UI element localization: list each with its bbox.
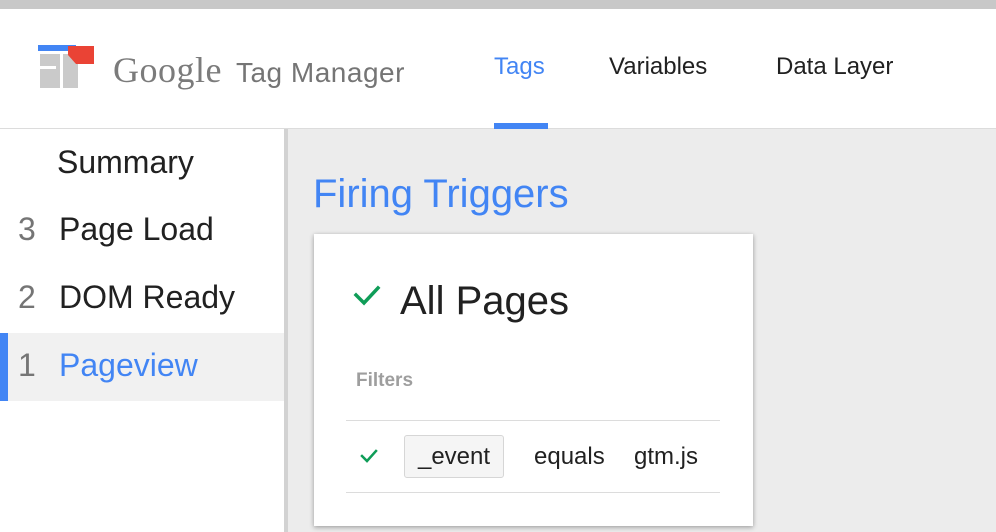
filter-variable-chip: _event xyxy=(404,435,504,478)
filter-value: gtm.js xyxy=(634,443,699,470)
tab-data-layer[interactable]: Data Layer xyxy=(776,53,893,81)
filters-label: Filters xyxy=(356,370,414,391)
tab-variables[interactable]: Variables xyxy=(609,53,707,81)
sidebar-item-pageview[interactable]: 1 Pageview xyxy=(0,333,284,401)
check-icon xyxy=(353,285,381,306)
filter-row: _event equals gtm.js xyxy=(346,421,720,491)
sidebar-item-page-load[interactable]: 3 Page Load xyxy=(0,197,284,265)
sidebar-item-label: DOM Ready xyxy=(59,279,236,315)
sidebar-item-number: 1 xyxy=(18,347,36,383)
brand-wordmark: Google Tag Manager xyxy=(113,49,405,90)
app-header: Google Tag Manager Tags Variables Data L… xyxy=(0,9,996,129)
brand-product-name: Tag Manager xyxy=(235,57,405,88)
sidebar-item-summary[interactable]: Summary xyxy=(0,129,284,197)
window-top-edge xyxy=(0,0,996,9)
trigger-card: All Pages Filters _event equals gtm.js xyxy=(314,234,753,526)
brand-google: Google xyxy=(113,50,222,90)
event-sidebar: Summary 3 Page Load 2 DOM Ready 1 Pagevi… xyxy=(0,129,288,532)
divider xyxy=(346,492,720,493)
active-tab-indicator xyxy=(494,123,548,129)
filter-operator: equals xyxy=(534,443,605,470)
tab-tags[interactable]: Tags xyxy=(494,53,545,81)
sidebar-item-dom-ready[interactable]: 2 DOM Ready xyxy=(0,265,284,333)
section-title: Firing Triggers xyxy=(313,172,569,216)
gtm-logo-icon xyxy=(38,45,94,88)
sidebar-item-label: Summary xyxy=(57,144,194,180)
sidebar-item-number: 2 xyxy=(18,279,36,315)
sidebar-item-number: 3 xyxy=(18,211,36,247)
trigger-name: All Pages xyxy=(400,279,569,323)
sidebar-item-label: Page Load xyxy=(59,211,214,247)
check-icon xyxy=(360,449,378,463)
sidebar-item-label: Pageview xyxy=(59,347,198,383)
